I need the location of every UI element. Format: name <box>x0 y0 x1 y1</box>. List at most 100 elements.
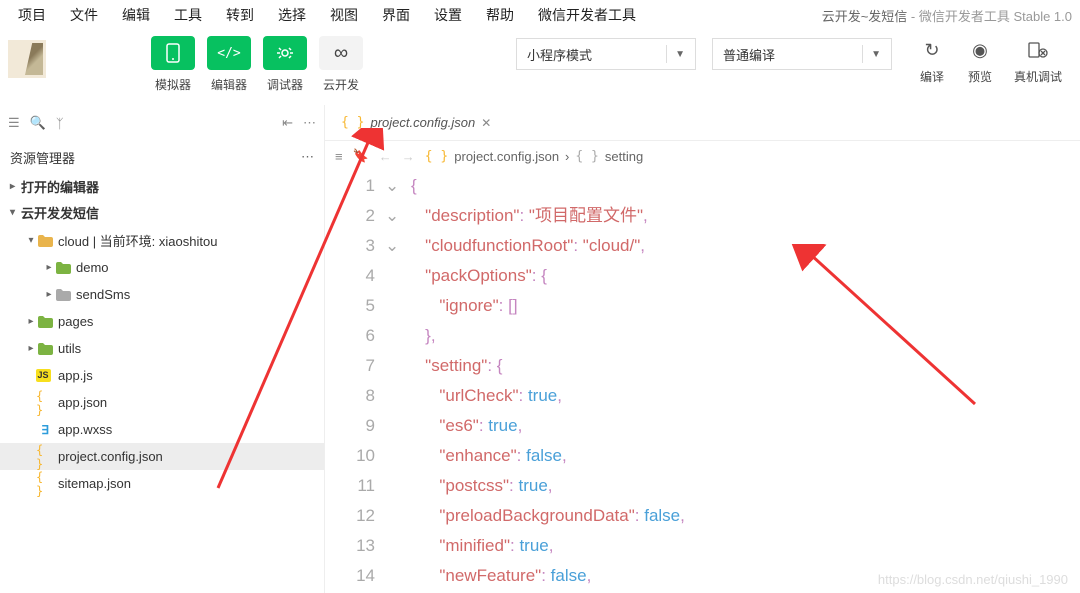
watermark: https://blog.csdn.net/qiushi_1990 <box>878 572 1068 587</box>
debugger-button[interactable] <box>263 36 307 70</box>
back-icon[interactable]: ← <box>379 149 392 164</box>
editor-tabbar: { } project.config.json ✕ <box>325 105 1080 141</box>
tree-row[interactable]: ▸ pages <box>0 308 324 335</box>
tree-row[interactable]: JS app.js <box>0 362 324 389</box>
simulator-label: 模拟器 <box>155 76 191 93</box>
tree-row[interactable]: { } project.config.json <box>0 443 324 470</box>
section-open-editors[interactable]: ▸打开的编辑器 <box>0 173 324 199</box>
menu-item[interactable]: 工具 <box>164 1 212 29</box>
explorer-more-icon[interactable]: ⋯ <box>301 149 314 165</box>
menubar: 项目 文件 编辑 工具 转到 选择 视图 界面 设置 帮助 微信开发者工具 云开… <box>0 0 1080 30</box>
code-editor[interactable]: 1234567891011121314 ⌄⌄⌄ { "description":… <box>325 171 1080 591</box>
preview-button[interactable]: ◉ <box>966 36 994 64</box>
file-icon: { } <box>36 470 54 498</box>
file-icon <box>54 289 72 301</box>
forward-icon[interactable]: → <box>402 149 415 164</box>
tree-label: sendSms <box>76 287 130 302</box>
chevron-down-icon: ▼ <box>675 49 685 60</box>
menu-item[interactable]: 文件 <box>60 1 108 29</box>
json-icon: { } <box>341 115 364 130</box>
tree-row[interactable]: ▾ cloud | 当前环境: xiaoshitou <box>0 227 324 254</box>
menu-item[interactable]: 帮助 <box>476 1 524 29</box>
bookmark-icon[interactable]: 🔖 <box>353 148 369 164</box>
tree-label: pages <box>58 314 93 329</box>
tree-row[interactable]: ▸ demo <box>0 254 324 281</box>
cloud-button[interactable]: ∞ <box>319 36 363 70</box>
file-icon <box>54 262 72 274</box>
sidebar: ☰ 🔍 ᛉ ⇤ ⋯ 资源管理器⋯ ▸打开的编辑器 ▾云开发发短信 ▾ cloud … <box>0 105 325 593</box>
editor-button[interactable]: </> <box>207 36 251 70</box>
file-tree: ▾ cloud | 当前环境: xiaoshitou ▸ demo ▸ sendSms ▸ p… <box>0 225 324 499</box>
file-icon <box>36 316 54 328</box>
compile-dropdown[interactable]: 普通编译▼ <box>712 38 892 70</box>
compile-button[interactable]: ↻ <box>918 36 946 64</box>
tree-row[interactable]: ▸ utils <box>0 335 324 362</box>
tree-label: app.js <box>58 368 93 383</box>
menu-item[interactable]: 微信开发者工具 <box>528 1 646 29</box>
menu-item[interactable]: 设置 <box>424 1 472 29</box>
menu-item[interactable]: 界面 <box>372 1 420 29</box>
tree-label: utils <box>58 341 81 356</box>
toolbar: 模拟器 </>编辑器 调试器 ∞云开发 小程序模式▼ 普通编译▼ ↻编译 ◉预览… <box>0 30 1080 105</box>
tree-label: demo <box>76 260 109 275</box>
search-icon[interactable]: 🔍 <box>30 115 46 131</box>
breadcrumb-symbol[interactable]: setting <box>605 149 643 164</box>
chevron-icon: ▾ <box>26 235 36 246</box>
chevron-down-icon: ▾ <box>10 207 15 218</box>
more-icon[interactable]: ⋯ <box>303 115 316 131</box>
avatar[interactable] <box>8 40 46 78</box>
compile-label: 编译 <box>920 68 944 85</box>
list-icon[interactable]: ☰ <box>8 115 20 131</box>
section-project[interactable]: ▾云开发发短信 <box>0 199 324 225</box>
file-icon: JS <box>36 369 54 382</box>
menu-item[interactable]: 视图 <box>320 1 368 29</box>
tree-row[interactable]: ∃ app.wxss <box>0 416 324 443</box>
file-icon: { } <box>36 443 54 471</box>
tree-label: cloud | 当前环境: xiaoshitou <box>58 231 217 250</box>
menu-item[interactable]: 编辑 <box>112 1 160 29</box>
editor-tab[interactable]: { } project.config.json ✕ <box>333 115 499 130</box>
tree-row[interactable]: { } sitemap.json <box>0 470 324 497</box>
chevron-icon: ▸ <box>26 343 36 354</box>
file-icon: ∃ <box>36 423 54 437</box>
close-icon[interactable]: ✕ <box>481 116 491 130</box>
remote-debug-label: 真机调试 <box>1014 68 1062 85</box>
editor-label: 编辑器 <box>211 76 247 93</box>
menu-item[interactable]: 选择 <box>268 1 316 29</box>
sidebar-iconbar: ☰ 🔍 ᛉ ⇤ ⋯ <box>0 105 324 141</box>
chevron-icon: ▸ <box>26 316 36 327</box>
explorer-header: 资源管理器⋯ <box>0 141 324 173</box>
tree-label: project.config.json <box>58 449 163 464</box>
json-icon: { } <box>425 149 448 164</box>
chevron-down-icon: ▼ <box>871 49 881 60</box>
file-icon <box>36 235 54 247</box>
simulator-button[interactable] <box>151 36 195 70</box>
branch-icon[interactable]: ᛉ <box>56 116 64 131</box>
collapse-icon[interactable]: ⇤ <box>282 115 293 131</box>
chevron-right-icon: › <box>565 149 569 164</box>
chevron-icon: ▸ <box>44 262 54 273</box>
editor-area: { } project.config.json ✕ ≡ 🔖 ← → { } pr… <box>325 105 1080 593</box>
breadcrumb-file[interactable]: project.config.json <box>454 149 559 164</box>
tree-row[interactable]: { } app.json <box>0 389 324 416</box>
body: ☰ 🔍 ᛉ ⇤ ⋯ 资源管理器⋯ ▸打开的编辑器 ▾云开发发短信 ▾ cloud … <box>0 105 1080 593</box>
tree-label: app.json <box>58 395 107 410</box>
mode-dropdown[interactable]: 小程序模式▼ <box>516 38 696 70</box>
tree-label: sitemap.json <box>58 476 131 491</box>
menu-item[interactable]: 转到 <box>216 1 264 29</box>
list-icon[interactable]: ≡ <box>335 149 343 164</box>
cloud-label: 云开发 <box>323 76 359 93</box>
brace-icon: { } <box>575 149 598 164</box>
tree-row[interactable]: ▸ sendSms <box>0 281 324 308</box>
chevron-icon: ▸ <box>44 289 54 300</box>
window-title: 云开发~发短信 - 微信开发者工具 Stable 1.0 <box>822 6 1072 25</box>
file-icon <box>36 343 54 355</box>
chevron-right-icon: ▸ <box>10 181 15 192</box>
breadcrumb: ≡ 🔖 ← → { } project.config.json › { } se… <box>325 141 1080 171</box>
menu-item[interactable]: 项目 <box>8 1 56 29</box>
tab-label: project.config.json <box>370 115 475 130</box>
file-icon: { } <box>36 389 54 417</box>
remote-debug-button[interactable] <box>1024 36 1052 64</box>
tree-label: app.wxss <box>58 422 112 437</box>
debugger-label: 调试器 <box>267 76 303 93</box>
